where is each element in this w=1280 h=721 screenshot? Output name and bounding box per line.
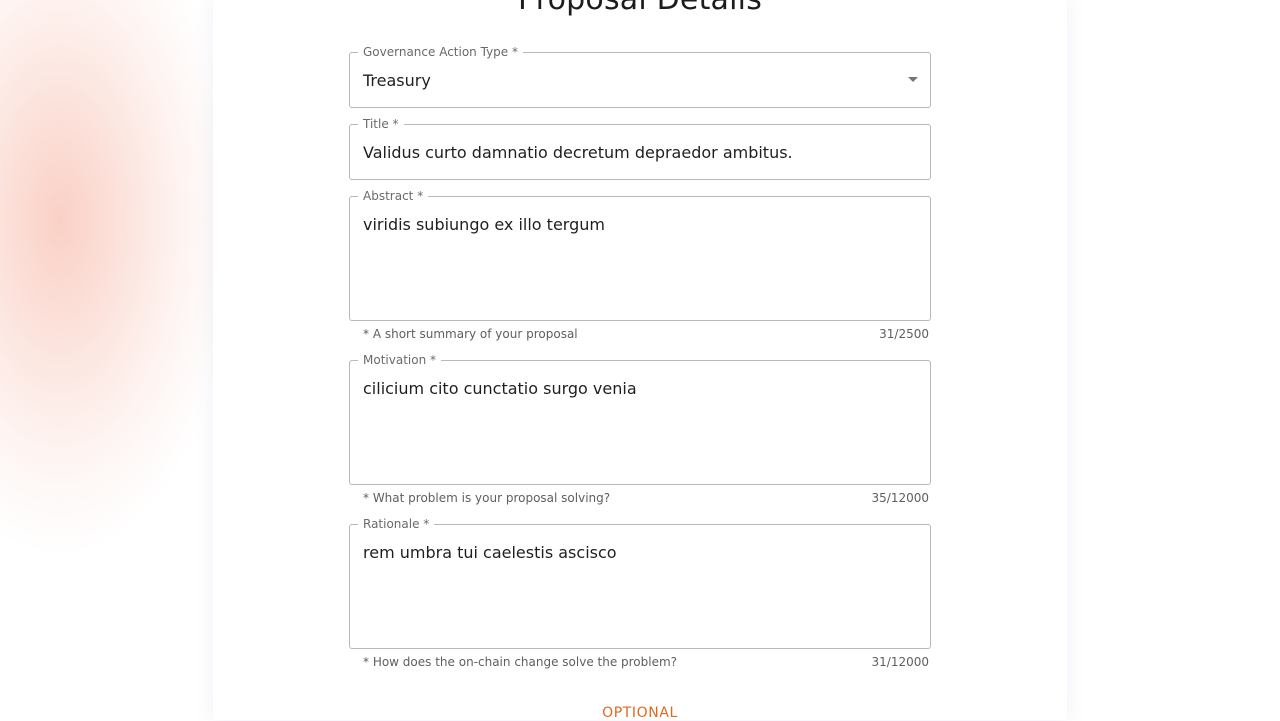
proposal-form-card: Proposal Details Governance Action Type … [213,0,1067,721]
abstract-counter: 31/2500 [879,327,929,341]
rationale-helper: * How does the on-chain change solve the… [363,654,929,670]
abstract-textarea[interactable]: Abstract * viridis subiungo ex illo terg… [349,188,931,321]
rationale-helper-text: * How does the on-chain change solve the… [363,655,678,669]
chevron-down-icon[interactable] [908,77,918,82]
motivation-label: Motivation * [358,352,441,368]
title-input[interactable]: Title * Validus curto damnatio decretum … [349,116,931,180]
abstract-helper-text: * A short summary of your proposal [363,327,578,341]
rationale-label: Rationale * [358,516,435,532]
title-label: Title * [358,116,404,132]
governance-action-type-value: Treasury [363,71,431,90]
page-title: Proposal Details [213,0,1067,17]
motivation-value: cilicium cito cunctatio surgo venia [363,379,637,398]
rationale-textarea[interactable]: Rationale * rem umbra tui caelestis asci… [349,516,931,649]
motivation-helper: * What problem is your proposal solving?… [363,490,929,506]
motivation-textarea[interactable]: Motivation * cilicium cito cunctatio sur… [349,352,931,485]
motivation-helper-text: * What problem is your proposal solving? [363,491,611,505]
governance-action-type-label: Governance Action Type * [358,44,523,60]
optional-section-heading: OPTIONAL [602,705,678,721]
abstract-label: Abstract * [358,188,429,204]
rationale-value: rem umbra tui caelestis ascisco [363,543,617,562]
abstract-value: viridis subiungo ex illo tergum [363,215,605,234]
title-value: Validus curto damnatio decretum depraedo… [363,143,793,162]
governance-action-type-select[interactable]: Governance Action Type * Treasury [349,44,931,108]
abstract-helper: * A short summary of your proposal 31/25… [363,326,929,342]
rationale-counter: 31/12000 [871,655,930,669]
motivation-counter: 35/12000 [871,491,930,505]
